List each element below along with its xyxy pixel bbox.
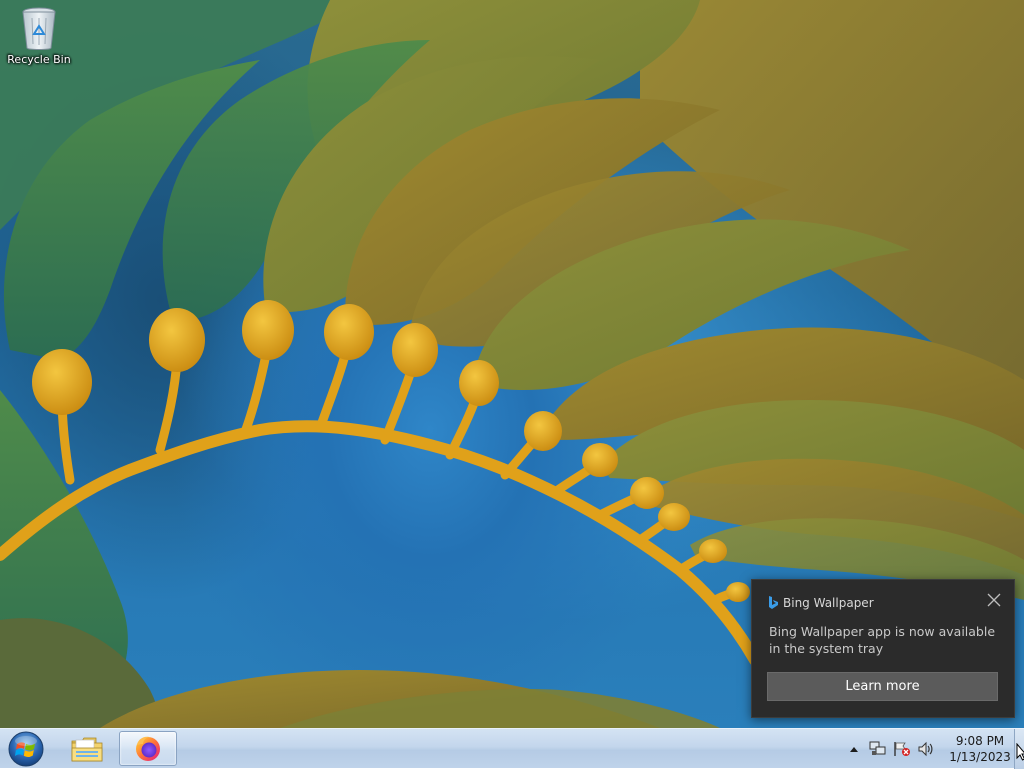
network-icon[interactable] bbox=[868, 739, 888, 759]
clock-date: 1/13/2023 bbox=[949, 750, 1011, 764]
folder-explorer-icon bbox=[71, 737, 103, 761]
recycle-bin-icon bbox=[19, 6, 59, 52]
taskbar-clock[interactable]: 9:08 PM 1/13/2023 bbox=[948, 733, 1012, 765]
clock-time: 9:08 PM bbox=[955, 734, 1005, 748]
bing-logo-icon bbox=[769, 596, 778, 609]
close-icon[interactable] bbox=[986, 592, 1002, 608]
toast-message: Bing Wallpaper app is now available in t… bbox=[769, 624, 996, 656]
firefox-icon bbox=[136, 736, 160, 761]
bing-wallpaper-notification[interactable]: Bing Wallpaper Bing Wallpaper app is now… bbox=[751, 579, 1015, 718]
taskbar-windows-explorer[interactable] bbox=[58, 731, 116, 766]
volume-icon[interactable] bbox=[916, 739, 936, 759]
system-tray: 9:08 PM 1/13/2023 bbox=[844, 729, 1012, 769]
toast-header: Bing Wallpaper bbox=[768, 596, 874, 610]
start-button[interactable] bbox=[4, 730, 48, 768]
action-center-flag-icon[interactable] bbox=[892, 739, 912, 759]
show-hidden-icons-arrow-icon[interactable] bbox=[844, 739, 864, 759]
learn-more-button[interactable]: Learn more bbox=[767, 672, 998, 701]
taskbar: 9:08 PM 1/13/2023 bbox=[0, 728, 1024, 769]
recycle-bin-label: Recycle Bin bbox=[7, 53, 71, 66]
desktop[interactable]: Recycle Bin Bing Wallpaper Bing Wallpape… bbox=[0, 0, 1024, 728]
toast-app-name: Bing Wallpaper bbox=[783, 596, 874, 610]
show-desktop-button[interactable] bbox=[1014, 729, 1024, 769]
taskbar-firefox[interactable] bbox=[119, 731, 177, 766]
recycle-bin-desktop-icon[interactable]: Recycle Bin bbox=[6, 6, 72, 66]
windows-start-orb-icon bbox=[8, 731, 44, 767]
